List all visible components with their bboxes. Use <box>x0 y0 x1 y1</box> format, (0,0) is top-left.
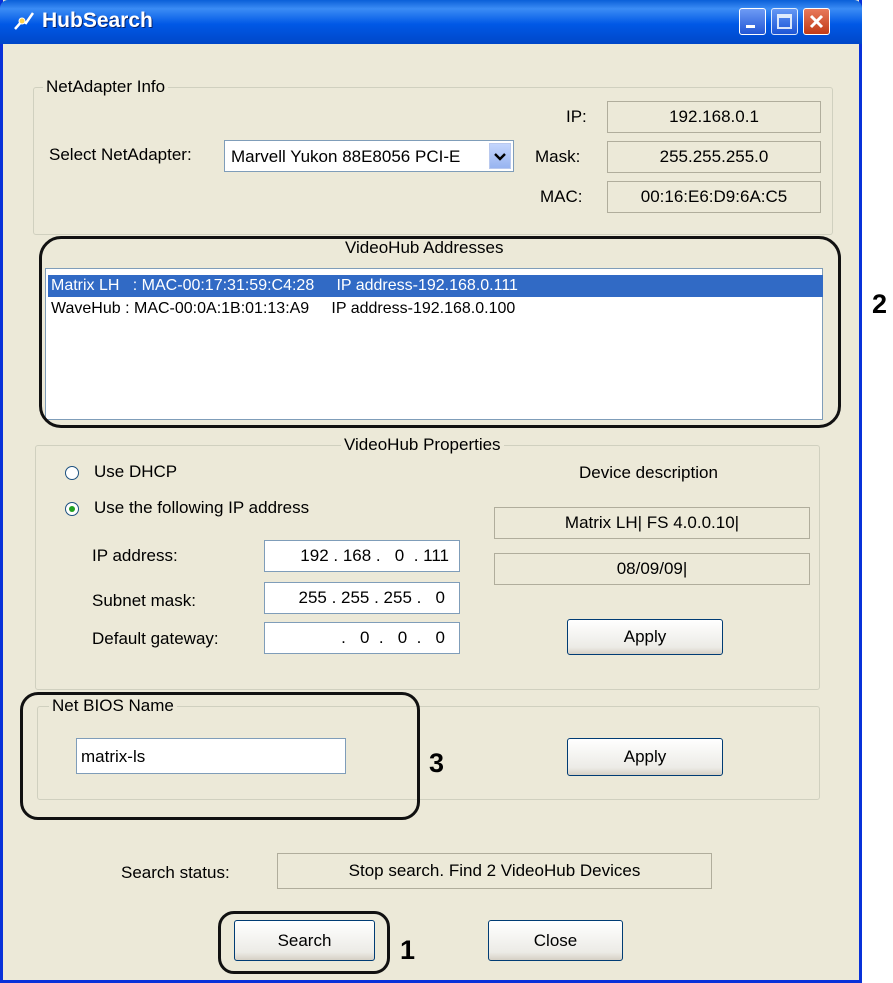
ip-address-field[interactable]: 192 . 168 . 0 . 111 <box>264 540 460 572</box>
app-icon <box>14 12 35 30</box>
close-icon <box>809 14 824 29</box>
title-bar[interactable]: HubSearch <box>0 0 862 44</box>
annotation-number-1: 1 <box>400 935 416 965</box>
annotation-number-3: 3 <box>429 748 445 778</box>
use-static-ip-label[interactable]: Use the following IP address <box>94 498 309 518</box>
use-dhcp-radio[interactable] <box>65 466 79 480</box>
close-button[interactable]: Close <box>488 920 623 961</box>
ip-address-label: IP address: <box>92 546 178 565</box>
mask-label: Mask: <box>535 147 581 166</box>
device-description-label: Device description <box>579 463 718 482</box>
mac-value: 00:16:E6:D9:6A:C5 <box>607 181 821 213</box>
select-netadapter-label: Select NetAdapter: <box>49 145 192 164</box>
maximize-icon <box>777 14 792 29</box>
default-gateway-label: Default gateway: <box>92 629 219 648</box>
mask-value: 255.255.255.0 <box>607 141 821 173</box>
ip-label: IP: <box>566 107 587 126</box>
close-window-button[interactable] <box>803 8 830 35</box>
search-status-value: Stop search. Find 2 VideoHub Devices <box>277 853 712 889</box>
minimize-icon <box>746 25 755 28</box>
annotation-box-search <box>218 911 390 974</box>
dropdown-button[interactable] <box>489 143 511 169</box>
search-status-label: Search status: <box>121 863 230 882</box>
netadapter-select[interactable]: Marvell Yukon 88E8056 PCI-E <box>224 140 514 172</box>
ip-address-value: 192 . 168 . 0 . 111 <box>300 546 449 565</box>
use-static-ip-radio[interactable] <box>65 502 79 516</box>
netadapter-selected-value: Marvell Yukon 88E8056 PCI-E <box>231 147 461 166</box>
netadapter-group-label: NetAdapter Info <box>43 77 169 97</box>
ip-value: 192.168.0.1 <box>607 101 821 133</box>
device-name-value: Matrix LH| FS 4.0.0.10| <box>494 507 810 539</box>
netbios-apply-button[interactable]: Apply <box>567 738 723 776</box>
annotation-box-netbios <box>20 692 420 820</box>
minimize-button[interactable] <box>739 8 766 35</box>
subnet-mask-label: Subnet mask: <box>92 591 196 610</box>
default-gateway-field[interactable]: . 0 . 0 . 0 <box>264 622 460 654</box>
window-title: HubSearch <box>42 9 153 32</box>
chevron-down-icon <box>494 153 506 161</box>
use-dhcp-label[interactable]: Use DHCP <box>94 462 177 482</box>
default-gateway-value: . 0 . 0 . 0 <box>341 628 445 647</box>
maximize-button[interactable] <box>771 8 798 35</box>
mac-label: MAC: <box>540 187 583 206</box>
properties-group-label: VideoHub Properties <box>341 435 504 455</box>
subnet-mask-value: 255 . 255 . 255 . 0 <box>298 588 445 607</box>
subnet-mask-field[interactable]: 255 . 255 . 255 . 0 <box>264 582 460 614</box>
device-date-value: 08/09/09| <box>494 553 810 585</box>
annotation-box-addresses <box>39 236 841 428</box>
annotation-number-2: 2 <box>872 289 888 319</box>
properties-apply-button[interactable]: Apply <box>567 619 723 655</box>
